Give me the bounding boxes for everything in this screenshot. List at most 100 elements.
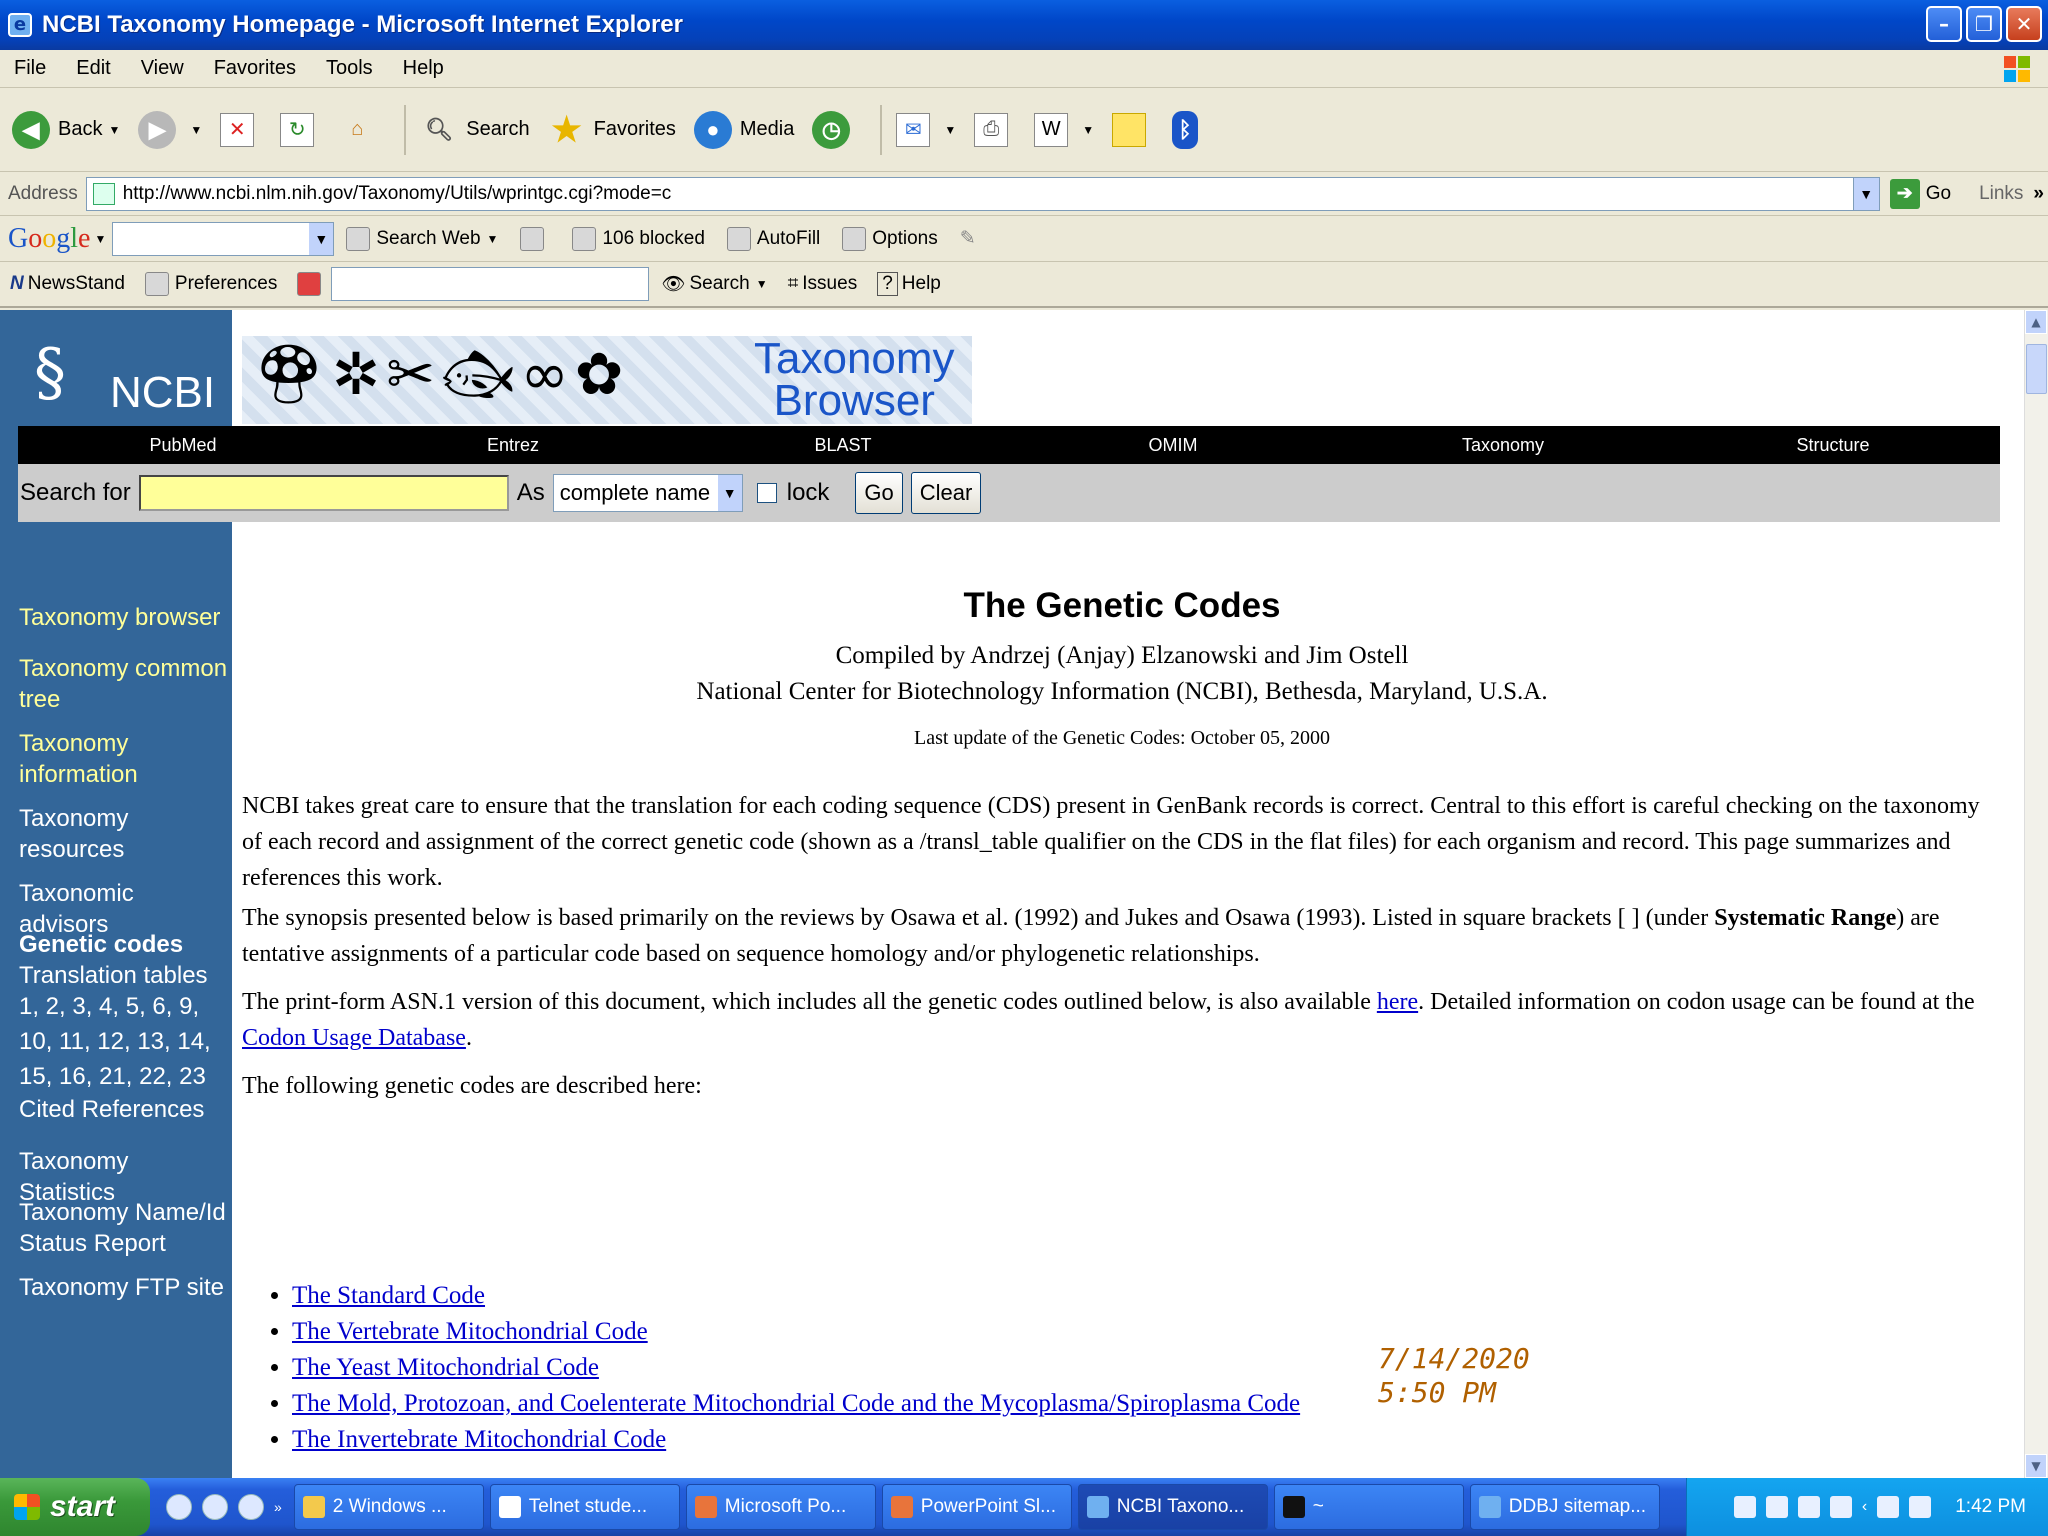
nav-structure[interactable]: Structure — [1668, 435, 1998, 456]
address-input[interactable]: http://www.ncbi.nlm.nih.gov/Taxonomy/Uti… — [85, 176, 1880, 211]
menu-favorites[interactable]: Favorites — [214, 57, 296, 80]
nav-taxonomy[interactable]: Taxonomy — [1338, 435, 1668, 456]
home-button[interactable]: ⌂ — [340, 113, 382, 147]
bug-icon[interactable] — [297, 272, 322, 296]
search-web-dropdown-icon[interactable]: ▼ — [487, 232, 499, 246]
taxonomy-search-input[interactable] — [138, 475, 509, 511]
code-link-mold-protozoan[interactable]: The Mold, Protozoan, and Coelenterate Mi… — [292, 1390, 1300, 1417]
refresh-button[interactable]: ↻ — [280, 112, 322, 147]
scroll-down-icon[interactable]: ▼ — [2025, 1454, 2047, 1478]
google-search-input[interactable]: ▼ — [112, 221, 335, 256]
clock[interactable]: 1:42 PM — [1955, 1496, 2026, 1518]
menu-edit[interactable]: Edit — [76, 57, 110, 80]
taxonomy-go-button[interactable]: Go — [855, 472, 903, 514]
nav-omim[interactable]: OMIM — [1008, 435, 1338, 456]
edit-word-button[interactable]: W ▼ — [1034, 112, 1094, 147]
edit-dropdown-icon[interactable]: ▼ — [1082, 123, 1094, 137]
forward-dropdown-icon[interactable]: ▼ — [190, 123, 202, 137]
options-button[interactable]: Options — [842, 226, 938, 251]
close-button[interactable]: ✕ — [2006, 6, 2042, 42]
task-ncbi-taxonomy[interactable]: NCBI Taxono... — [1077, 1484, 1268, 1530]
sidebar-cited-references[interactable]: Cited References — [19, 1094, 229, 1125]
newsstand-search-dropdown-icon[interactable]: ▼ — [756, 277, 768, 291]
tray-expand-icon[interactable]: ‹ — [1862, 1498, 1867, 1516]
pagerank-button[interactable] — [520, 226, 550, 251]
go-button[interactable]: ➔ Go — [1889, 178, 1951, 209]
menu-tools[interactable]: Tools — [326, 57, 373, 80]
favorites-button[interactable]: ★ Favorites — [548, 111, 676, 149]
newsstand-search-input[interactable] — [331, 267, 650, 301]
chevron-right-icon[interactable]: » — [2033, 183, 2044, 205]
sidebar-taxonomy-common-tree[interactable]: Taxonomy common tree — [19, 653, 229, 715]
scroll-thumb[interactable] — [2026, 344, 2047, 394]
tray-network-icon[interactable] — [1765, 1496, 1788, 1518]
nav-entrez[interactable]: Entrez — [348, 435, 678, 456]
tray-bluetooth-icon[interactable] — [1909, 1496, 1932, 1518]
tray-tablet-icon[interactable] — [1829, 1496, 1852, 1518]
nav-blast[interactable]: BLAST — [678, 435, 1008, 456]
ie-quicklaunch-icon[interactable] — [166, 1494, 192, 1520]
search-button[interactable]: 🔍︎ Search — [420, 111, 529, 149]
tray-speaker-icon[interactable] — [1877, 1496, 1900, 1518]
nav-pubmed[interactable]: PubMed — [18, 435, 348, 456]
code-link-invertebrate-mito[interactable]: The Invertebrate Mitochondrial Code — [292, 1426, 666, 1453]
menu-view[interactable]: View — [141, 57, 184, 80]
minimize-button[interactable]: – — [1926, 6, 1962, 42]
newsstand-search-button[interactable]: 👁︎ Search ▼ — [661, 272, 767, 296]
here-link[interactable]: here — [1377, 989, 1418, 1015]
mail-button[interactable]: ✉ ▼ — [896, 112, 956, 147]
clear-button[interactable]: Clear — [910, 472, 982, 514]
stop-button[interactable]: ✕ — [220, 112, 262, 147]
sidebar-translation-tables[interactable]: Translation tables — [19, 960, 229, 991]
address-dropdown-icon[interactable]: ▼ — [1852, 177, 1879, 210]
sidebar-tables-line3[interactable]: 15, 16, 21, 22, 23 — [19, 1061, 229, 1092]
history-button[interactable]: ◷ — [812, 110, 858, 149]
code-link-standard[interactable]: The Standard Code — [292, 1282, 485, 1309]
start-button[interactable]: start — [0, 1478, 150, 1536]
popup-blocker-button[interactable]: 106 blocked — [572, 226, 705, 251]
search-type-select[interactable]: complete name ▼ — [552, 474, 743, 512]
mail-dropdown-icon[interactable]: ▼ — [944, 123, 956, 137]
task-microsoft-powerpoint[interactable]: Microsoft Po... — [685, 1484, 876, 1530]
back-button[interactable]: ◀ Back ▼ — [12, 110, 120, 149]
media-button[interactable]: ● Media — [693, 110, 794, 149]
sidebar-ftp-site[interactable]: Taxonomy FTP site — [19, 1272, 229, 1303]
help-button[interactable]: ? Help — [877, 272, 941, 296]
lock-checkbox[interactable] — [756, 483, 777, 503]
note-button[interactable] — [1112, 112, 1154, 147]
issues-button[interactable]: ⌗ Issues — [788, 273, 858, 295]
autofill-button[interactable]: AutoFill — [726, 226, 820, 251]
sidebar-tables-line2[interactable]: 10, 11, 12, 13, 14, — [19, 1026, 229, 1057]
tray-pen-icon[interactable] — [1733, 1496, 1756, 1518]
messenger-quicklaunch-icon[interactable] — [202, 1494, 228, 1520]
codon-usage-link[interactable]: Codon Usage Database — [242, 1025, 466, 1051]
task-windows-explorer[interactable]: 2 Windows ... — [293, 1484, 484, 1530]
sidebar-taxonomy-information[interactable]: Taxonomy information — [19, 728, 229, 790]
sidebar-taxonomy-browser[interactable]: Taxonomy browser — [19, 602, 229, 633]
ncbi-logo[interactable]: § NCBI — [18, 310, 232, 426]
scroll-up-icon[interactable]: ▲ — [2025, 310, 2047, 334]
code-link-yeast-mito[interactable]: The Yeast Mitochondrial Code — [292, 1354, 599, 1381]
sidebar-name-id-status[interactable]: Taxonomy Name/Id Status Report — [19, 1197, 229, 1259]
restore-button[interactable]: ❐ — [1966, 6, 2002, 42]
google-logo[interactable]: Google — [8, 223, 90, 255]
pencil-icon[interactable]: ✎ — [960, 227, 976, 250]
task-ddbj-sitemap[interactable]: DDBJ sitemap... — [1469, 1484, 1660, 1530]
chevron-right-icon[interactable]: » — [274, 1499, 282, 1515]
sidebar-taxonomy-resources[interactable]: Taxonomy resources — [19, 803, 229, 865]
search-web-button[interactable]: Search Web ▼ — [346, 226, 499, 251]
task-telnet[interactable]: Telnet stude... — [489, 1484, 680, 1530]
google-search-dropdown-icon[interactable]: ▼ — [309, 222, 334, 255]
google-menu-dropdown-icon[interactable]: ▼ — [94, 232, 106, 246]
links-button[interactable]: Links — [1979, 183, 2023, 205]
task-powerpoint-slideshow[interactable]: PowerPoint Sl... — [881, 1484, 1072, 1530]
newsstand-button[interactable]: N NewsStand — [10, 273, 125, 295]
code-link-vertebrate-mito[interactable]: The Vertebrate Mitochondrial Code — [292, 1318, 648, 1345]
menu-file[interactable]: File — [14, 57, 46, 80]
print-button[interactable]: ⎙ — [974, 112, 1016, 147]
tray-display-icon[interactable] — [1797, 1496, 1820, 1518]
task-terminal[interactable]: ~ — [1273, 1484, 1464, 1530]
back-dropdown-icon[interactable]: ▼ — [108, 123, 120, 137]
sidebar-tables-line1[interactable]: 1, 2, 3, 4, 5, 6, 9, — [19, 991, 229, 1022]
preferences-button[interactable]: Preferences — [144, 272, 277, 296]
